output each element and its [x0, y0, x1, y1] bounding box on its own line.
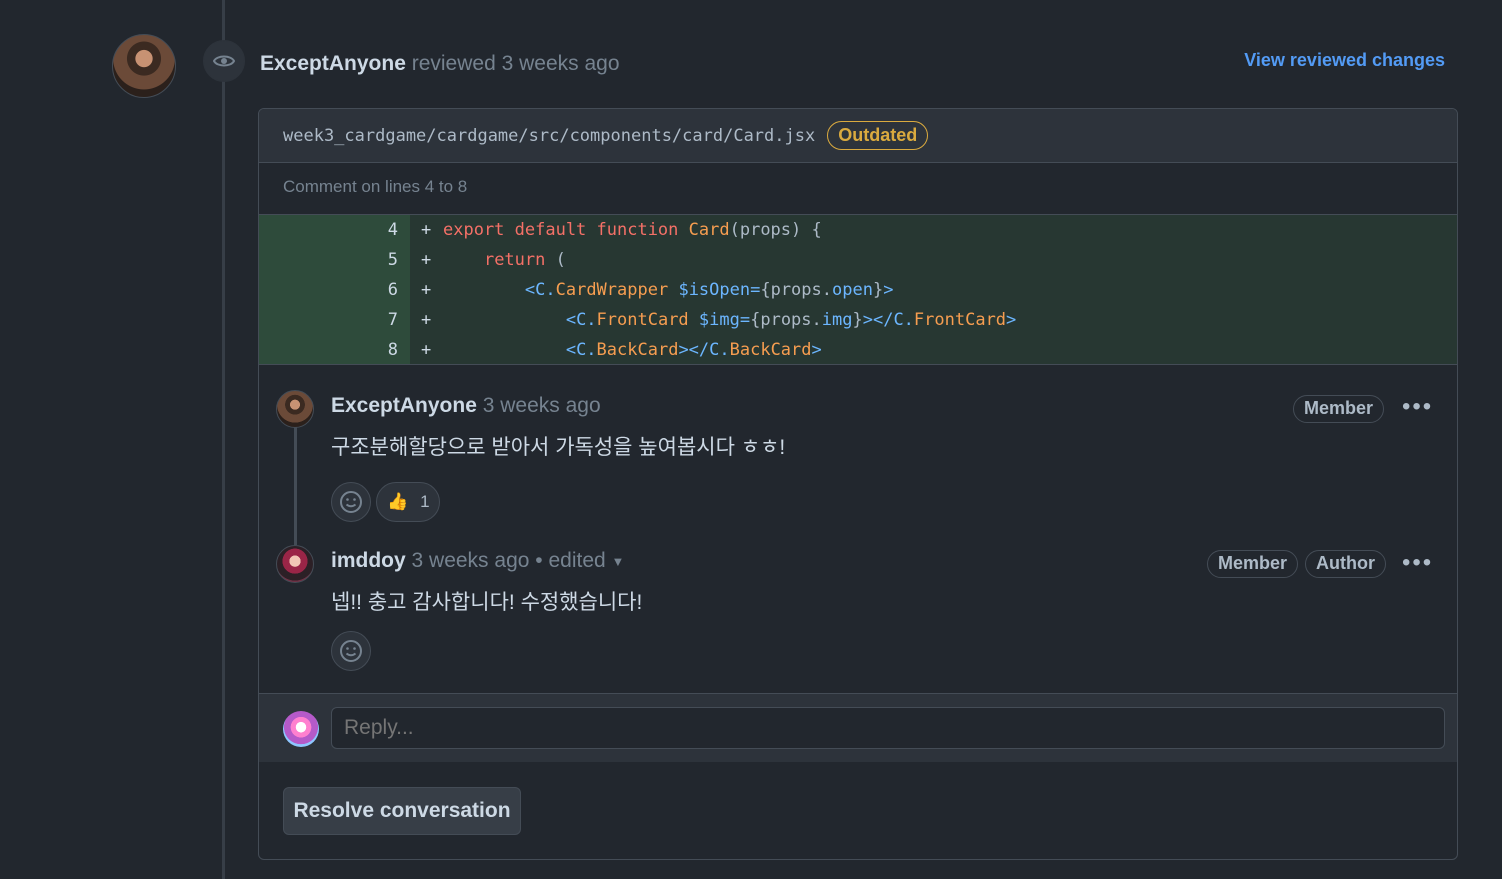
reviewer-avatar[interactable] — [112, 34, 176, 98]
file-path[interactable]: week3_cardgame/cardgame/src/components/c… — [283, 126, 815, 146]
diff-line: 4 + export default function Card(props) … — [259, 215, 1457, 245]
diff-line: 7 + <C.FrontCard $img={props.img}></C.Fr… — [259, 305, 1457, 335]
diff-sign: + — [421, 220, 432, 240]
file-header: week3_cardgame/cardgame/src/components/c… — [259, 109, 1457, 163]
comment-author[interactable]: ExceptAnyone — [331, 394, 477, 417]
comment-time[interactable]: 3 weeks ago — [412, 549, 530, 572]
code-line: <C.BackCard></C.BackCard> — [565, 340, 822, 360]
reply-area — [259, 693, 1457, 762]
code-line: return ( — [483, 250, 566, 270]
comment-thread: ExceptAnyone 3 weeks ago Member ••• 구조분해… — [259, 365, 1457, 693]
diff-sign: + — [421, 250, 432, 270]
add-reaction-button[interactable] — [331, 631, 371, 671]
review-conversation: week3_cardgame/cardgame/src/components/c… — [258, 108, 1458, 860]
review-time[interactable]: 3 weeks ago — [502, 52, 620, 75]
current-user-avatar[interactable] — [283, 711, 319, 747]
view-reviewed-changes-link[interactable]: View reviewed changes — [1244, 50, 1445, 71]
first-comment-header: ExceptAnyone 3 weeks ago — [331, 391, 601, 421]
code-line: <C.FrontCard $img={props.img}></C.FrontC… — [565, 310, 1017, 330]
member-badge: Member — [1207, 550, 1299, 578]
line-number[interactable]: 7 — [259, 305, 398, 335]
chevron-down-icon[interactable]: ▼ — [612, 554, 625, 569]
line-number[interactable]: 8 — [259, 335, 398, 364]
member-badge: Member — [1293, 395, 1385, 423]
first-comment-body: 구조분해할당으로 받아서 가독성을 높여봅시다 ㅎㅎ! — [331, 436, 786, 459]
thumbs-up-reaction[interactable]: 👍 1 — [376, 482, 440, 522]
eye-icon-svg — [213, 55, 235, 67]
review-action: reviewed — [411, 52, 496, 75]
code-line: export default function Card(props) { — [443, 220, 822, 240]
imddoy-avatar[interactable] — [276, 545, 314, 583]
author-badge: Author — [1305, 550, 1386, 578]
comment-time[interactable]: 3 weeks ago — [483, 394, 601, 417]
smiley-icon — [340, 640, 362, 662]
reaction-count: 1 — [420, 492, 430, 511]
line-number[interactable]: 5 — [259, 245, 398, 275]
exceptanyone-avatar[interactable] — [276, 390, 314, 428]
add-reaction-button[interactable] — [331, 482, 371, 522]
code-diff: 4 + export default function Card(props) … — [259, 214, 1457, 365]
line-number[interactable]: 4 — [259, 215, 398, 245]
review-author[interactable]: ExceptAnyone — [260, 52, 406, 75]
edited-label[interactable]: • edited — [535, 549, 605, 572]
eye-icon — [203, 40, 245, 82]
timeline-line — [222, 0, 225, 879]
diff-line: 6 + <C.CardWrapper $isOpen={props.open}> — [259, 275, 1457, 305]
resolve-conversation-button[interactable]: Resolve conversation — [283, 787, 521, 835]
smiley-icon — [340, 491, 362, 513]
comment-more-options-button[interactable]: ••• — [1402, 551, 1433, 575]
code-line: <C.CardWrapper $isOpen={props.open}> — [524, 280, 894, 300]
outdated-badge: Outdated — [827, 121, 929, 150]
thumbs-up-icon: 👍 — [387, 492, 409, 511]
comment-author[interactable]: imddoy — [331, 549, 406, 572]
diff-sign: + — [421, 340, 432, 360]
line-number[interactable]: 6 — [259, 275, 398, 305]
review-header: ExceptAnyone reviewed 3 weeks ago — [260, 49, 620, 79]
reply-input[interactable] — [331, 707, 1445, 749]
thread-line — [294, 418, 297, 545]
diff-sign: + — [421, 280, 432, 300]
comment-more-options-button[interactable]: ••• — [1402, 395, 1433, 419]
diff-line: 8 + <C.BackCard></C.BackCard> — [259, 335, 1457, 364]
second-comment-header: imddoy 3 weeks ago • edited ▼ — [331, 546, 624, 577]
diff-sign: + — [421, 310, 432, 330]
comment-line-range: Comment on lines 4 to 8 — [283, 177, 468, 196]
second-comment-body: 넵!! 충고 감사합니다! 수정했습니다! — [331, 591, 643, 614]
diff-line: 5 + return ( — [259, 245, 1457, 275]
